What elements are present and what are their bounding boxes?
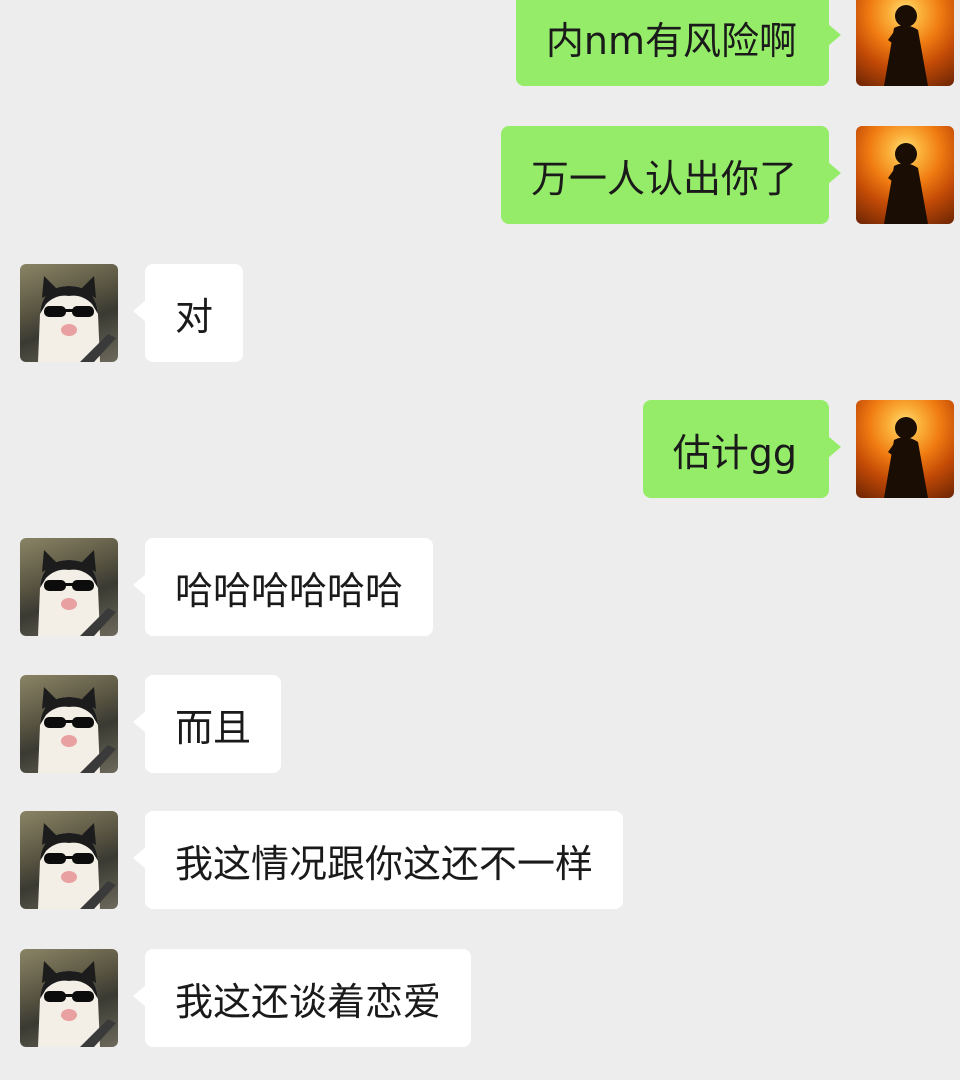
message-row-received: 我这情况跟你这还不一样 [0, 811, 960, 909]
message-bubble-received[interactable]: 而且 [132, 675, 282, 773]
contact-avatar[interactable] [20, 675, 118, 773]
message-bubble-received[interactable]: 对 [132, 264, 244, 362]
silhouette-person-icon [884, 5, 928, 86]
message-row-received: 哈哈哈哈哈哈 [0, 538, 960, 636]
sunglasses-cat-icon [38, 687, 116, 773]
message-row-sent: 估计gg [0, 400, 960, 498]
user-avatar[interactable] [856, 126, 954, 224]
chat-message-list[interactable]: 内nm有风险啊 万一人认出你了 对 估计gg 哈哈哈哈哈哈 而且 我这情况跟你这… [0, 0, 960, 1080]
contact-avatar[interactable] [20, 811, 118, 909]
message-row-received: 而且 [0, 675, 960, 773]
silhouette-person-icon [884, 143, 928, 224]
silhouette-person-icon [884, 417, 928, 498]
contact-avatar[interactable] [20, 538, 118, 636]
message-bubble-received[interactable]: 我这还谈着恋爱 [132, 949, 472, 1047]
sunglasses-cat-icon [38, 961, 116, 1047]
message-row-received: 我这还谈着恋爱 [0, 949, 960, 1047]
message-bubble-received[interactable]: 哈哈哈哈哈哈 [132, 538, 434, 636]
message-bubble-received[interactable]: 我这情况跟你这还不一样 [132, 811, 624, 909]
message-row-received: 对 [0, 264, 960, 362]
message-bubble-sent[interactable]: 估计gg [642, 400, 842, 498]
message-row-sent: 万一人认出你了 [0, 126, 960, 224]
message-bubble-sent[interactable]: 万一人认出你了 [500, 126, 842, 224]
sunglasses-cat-icon [38, 550, 116, 636]
user-avatar[interactable] [856, 0, 954, 86]
message-row-sent: 内nm有风险啊 [0, 0, 960, 86]
sunglasses-cat-icon [38, 823, 116, 909]
contact-avatar[interactable] [20, 264, 118, 362]
message-bubble-sent[interactable]: 内nm有风险啊 [515, 0, 842, 86]
contact-avatar[interactable] [20, 949, 118, 1047]
sunglasses-cat-icon [38, 276, 116, 362]
user-avatar[interactable] [856, 400, 954, 498]
